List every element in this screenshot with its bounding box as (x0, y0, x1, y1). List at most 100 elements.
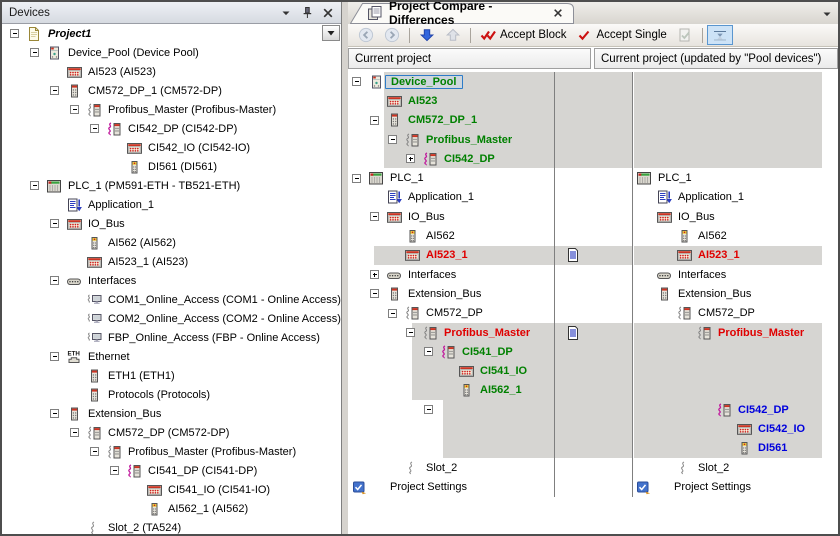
tree-row[interactable]: CI542_DP (CI542-DP) (2, 119, 341, 138)
compare-row[interactable]: Profibus_Master (348, 130, 838, 149)
compare-left-cell[interactable]: Project Settings (348, 477, 555, 496)
compare-right-cell[interactable]: PLC_1 (633, 168, 838, 187)
compare-left-cell[interactable]: CM572_DP_1 (348, 111, 555, 130)
compare-right-cell[interactable] (633, 111, 838, 130)
expand-toggle[interactable] (30, 181, 39, 190)
tree-row[interactable]: Slot_2 (TA524) (2, 518, 341, 534)
compare-row[interactable]: Project Settings Project Settings (348, 477, 838, 496)
tree-row[interactable]: DI561 (DI561) (2, 157, 341, 176)
expand-toggle[interactable] (50, 86, 59, 95)
nav-back-button[interactable] (353, 25, 379, 45)
accept-single-button[interactable]: Accept Single (571, 25, 671, 45)
expand-toggle[interactable] (10, 29, 19, 38)
compare-row[interactable]: Slot_2 Slot_2 (348, 458, 838, 477)
tree-row[interactable]: Application_1 (2, 195, 341, 214)
compare-row[interactable]: Application_1Application_1 (348, 188, 838, 207)
compare-left-cell[interactable]: Application_1 (348, 188, 555, 207)
tree-row[interactable]: AI562_1 (AI562) (2, 499, 341, 518)
tree-row[interactable]: ETH1 (ETH1) (2, 366, 341, 385)
tree-row[interactable]: Project1 (2, 24, 341, 43)
compare-left-cell[interactable]: Slot_2 (348, 458, 555, 477)
compare-left-cell[interactable]: CI542_DP (348, 149, 555, 168)
compare-row[interactable]: DI561 (348, 439, 838, 458)
devices-dropdown-button[interactable] (322, 25, 340, 41)
pin-icon[interactable] (299, 5, 315, 21)
compare-row[interactable]: CI542_IO (348, 419, 838, 438)
tree-row[interactable]: IO_Bus (2, 214, 341, 233)
tab-project-compare[interactable]: Project Compare - Differences (350, 2, 574, 24)
compare-left-cell[interactable]: Extension_Bus (348, 284, 555, 303)
compare-row[interactable]: AI562_1 (348, 381, 838, 400)
tree-row[interactable]: Interfaces (2, 271, 341, 290)
tree-row[interactable]: FBP_Online_Access (FBP - Online Access) (2, 328, 341, 347)
compare-right-cell[interactable]: AI562 (633, 226, 838, 245)
compare-left-cell[interactable]: IO_Bus (348, 207, 555, 226)
expand-toggle[interactable] (50, 219, 59, 228)
compare-row[interactable]: AI523 (348, 91, 838, 110)
tree-row[interactable]: ETHEthernet (2, 347, 341, 366)
tree-row[interactable]: COM1_Online_Access (COM1 - Online Access… (2, 290, 341, 309)
tree-row[interactable]: Protocols (Protocols) (2, 385, 341, 404)
compare-row[interactable]: AI523_1AI523_1 (348, 246, 838, 265)
compare-left-cell[interactable]: Device_Pool (348, 72, 555, 91)
tree-row[interactable]: AI523_1 (AI523) (2, 252, 341, 271)
compare-right-cell[interactable]: Profibus_Master (633, 323, 838, 342)
tree-row[interactable]: AI562 (AI562) (2, 233, 341, 252)
compare-left-cell[interactable] (348, 400, 555, 419)
tree-row[interactable]: Device_Pool (Device Pool) (2, 43, 341, 62)
compare-left-cell[interactable]: CI541_DP (348, 342, 555, 361)
tree-row[interactable]: CM572_DP_1 (CM572-DP) (2, 81, 341, 100)
compare-row[interactable]: Extension_Bus Extension_Bus (348, 284, 838, 303)
compare-right-cell[interactable] (633, 342, 838, 361)
expand-toggle[interactable] (50, 276, 59, 285)
expand-toggle[interactable] (70, 105, 79, 114)
expand-toggle[interactable] (370, 212, 379, 221)
expand-toggle[interactable] (110, 466, 119, 475)
expand-toggle[interactable] (424, 405, 433, 414)
tree-row[interactable]: PLC_1 (PM591-ETH - TB521-ETH) (2, 176, 341, 195)
compare-right-cell[interactable]: DI561 (633, 439, 838, 458)
compare-right-cell[interactable]: Project Settings (633, 477, 838, 496)
tree-row[interactable]: CI542_IO (CI542-IO) (2, 138, 341, 157)
compare-right-cell[interactable]: Interfaces (633, 265, 838, 284)
compare-right-cell[interactable] (633, 72, 838, 91)
expand-toggle[interactable] (388, 135, 397, 144)
compare-left-cell[interactable]: PLC_1 (348, 168, 555, 187)
compare-row[interactable]: Profibus_Master Profibus_Master (348, 323, 838, 342)
compare-right-cell[interactable]: Slot_2 (633, 458, 838, 477)
compare-right-cell[interactable] (633, 149, 838, 168)
compare-row[interactable]: CM572_DP CM572_DP (348, 304, 838, 323)
compare-right-cell[interactable]: IO_Bus (633, 207, 838, 226)
compare-row[interactable]: CI541_IO (348, 361, 838, 380)
compare-left-cell[interactable]: Profibus_Master (348, 130, 555, 149)
compare-row[interactable]: PLC_1 PLC_1 (348, 168, 838, 187)
nav-forward-button[interactable] (379, 25, 405, 45)
compare-left-cell[interactable]: AI523_1 (348, 246, 555, 265)
expand-toggle[interactable] (30, 48, 39, 57)
expand-toggle[interactable] (388, 309, 397, 318)
compare-view-toggle-button[interactable] (707, 25, 733, 45)
compare-left-cell[interactable]: Profibus_Master (348, 323, 555, 342)
expand-toggle[interactable] (352, 174, 361, 183)
compare-right-cell[interactable]: CI542_IO (633, 419, 838, 438)
compare-row[interactable]: CI541_DP (348, 342, 838, 361)
compare-left-cell[interactable]: AI562 (348, 226, 555, 245)
compare-right-cell[interactable] (633, 361, 838, 380)
compare-right-cell[interactable] (633, 130, 838, 149)
tree-row[interactable]: AI523 (AI523) (2, 62, 341, 81)
expand-toggle[interactable] (370, 270, 379, 279)
compare-right-cell[interactable] (633, 91, 838, 110)
close-icon[interactable] (320, 5, 336, 21)
tree-row[interactable]: CI541_IO (CI541-IO) (2, 480, 341, 499)
expand-toggle[interactable] (370, 289, 379, 298)
compare-right-cell[interactable]: CM572_DP (633, 304, 838, 323)
compare-left-cell[interactable]: CI541_IO (348, 361, 555, 380)
expand-toggle[interactable] (424, 347, 433, 356)
chevron-down-icon[interactable] (278, 5, 294, 21)
tab-list-chevron-icon[interactable] (819, 6, 833, 20)
compare-right-cell[interactable]: Extension_Bus (633, 284, 838, 303)
expand-toggle[interactable] (406, 154, 415, 163)
compare-right-cell[interactable] (633, 381, 838, 400)
compare-left-cell[interactable]: CM572_DP (348, 304, 555, 323)
compare-row[interactable]: CI542_DP (348, 400, 838, 419)
